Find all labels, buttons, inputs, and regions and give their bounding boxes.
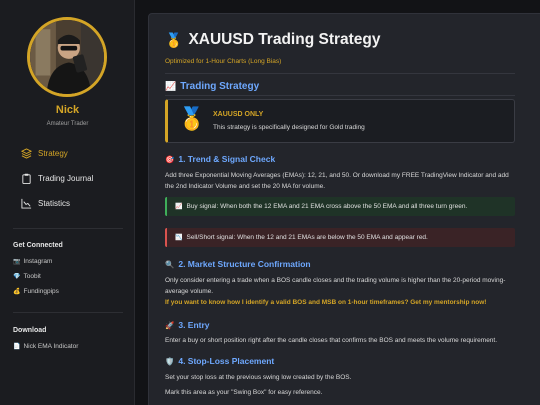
- section-divider: [165, 95, 515, 96]
- nav-label: Strategy: [38, 148, 68, 158]
- link-toobit[interactable]: 💎 Toobit: [13, 273, 41, 280]
- xauusd-only-callout: 🥇 XAUUSD ONLY This strategy is specifica…: [165, 99, 515, 143]
- callout-text: This strategy is specifically designed f…: [213, 124, 365, 131]
- avatar: [27, 17, 107, 97]
- sell-signal-callout: 📉 Sell/Short signal: When the 12 and 21 …: [165, 228, 515, 247]
- buy-signal-callout: 📈 Buy signal: When both the 12 EMA and 2…: [165, 197, 515, 216]
- step1-text: Add three Exponential Moving Averages (E…: [165, 172, 509, 190]
- camera-icon: 📷: [13, 259, 21, 265]
- strategy-card: 🥇 XAUUSD Trading Strategy Optimized for …: [148, 13, 540, 405]
- chart-increasing-icon: 📈: [175, 204, 183, 210]
- title-divider: [165, 73, 515, 74]
- profile-name: Nick: [55, 104, 80, 116]
- download-title: Download: [13, 327, 47, 334]
- money-bag-icon: 💰: [13, 289, 21, 295]
- link-label: Toobit: [23, 273, 41, 280]
- page-title-text: XAUUSD Trading Strategy: [188, 31, 381, 48]
- sidebar-divider: [13, 228, 123, 229]
- link-fundingpips[interactable]: 💰 Fundingpips: [13, 288, 59, 295]
- step4-heading: 🛡️ 4. Stop-Loss Placement: [165, 356, 274, 366]
- section-heading-text: Trading Strategy: [180, 81, 260, 92]
- link-label: Instagram: [23, 258, 53, 265]
- nav-item-statistics[interactable]: Statistics: [20, 196, 70, 210]
- chart-icon: [20, 197, 32, 209]
- gold-medal-icon: 🥇: [165, 31, 183, 48]
- mentorship-promo[interactable]: If you want to know how I identify a val…: [165, 298, 515, 309]
- link-nick-ema-indicator[interactable]: 📄 Nick EMA Indicator: [13, 343, 78, 350]
- step4-text-1: Set your stop loss at the previous swing…: [165, 374, 352, 381]
- profile-role: Amateur Trader: [46, 121, 89, 127]
- buy-signal-text: Buy signal: When both the 12 EMA and 21 …: [186, 203, 468, 210]
- step4-heading-text: 4. Stop-Loss Placement: [178, 356, 275, 366]
- nav-label: Trading Journal: [38, 173, 94, 183]
- magnifier-icon: 🔍: [165, 259, 175, 269]
- step2-heading-text: 2. Market Structure Confirmation: [178, 259, 311, 269]
- step1-heading: 🎯 1. Trend & Signal Check: [165, 154, 275, 164]
- app-root: Nick Amateur Trader Strategy Trading Jou…: [0, 0, 540, 405]
- nav-item-strategy[interactable]: Strategy: [20, 146, 68, 160]
- step2-heading: 🔍 2. Market Structure Confirmation: [165, 259, 311, 269]
- document-icon: 📄: [13, 344, 21, 350]
- rocket-icon: 🚀: [165, 320, 175, 330]
- diamond-icon: 💎: [13, 274, 21, 280]
- sidebar-divider: [13, 312, 123, 313]
- chart-increasing-icon: 📈: [165, 81, 177, 91]
- page-title: 🥇 XAUUSD Trading Strategy: [165, 31, 381, 49]
- avatar-photo: [30, 20, 104, 94]
- layers-icon: [20, 147, 32, 159]
- link-instagram[interactable]: 📷 Instagram: [13, 258, 52, 265]
- step3-text: Enter a buy or short position right afte…: [165, 337, 498, 344]
- target-icon: 🎯: [165, 154, 175, 164]
- step2-text: Only consider entering a trade when a BO…: [165, 277, 506, 295]
- step3-heading: 🚀 3. Entry: [165, 320, 210, 330]
- shield-icon: 🛡️: [165, 356, 175, 366]
- sidebar: Nick Amateur Trader Strategy Trading Jou…: [0, 0, 135, 405]
- chart-decreasing-icon: 📉: [175, 235, 183, 241]
- gold-medal-icon: 🥇: [178, 106, 206, 131]
- link-label: Nick EMA Indicator: [23, 343, 79, 350]
- clipboard-icon: [20, 172, 32, 184]
- section-heading: 📈 Trading Strategy: [165, 81, 259, 92]
- sell-signal-text: Sell/Short signal: When the 12 and 21 EM…: [186, 234, 428, 241]
- link-label: Fundingpips: [23, 288, 59, 295]
- nav-item-trading-journal[interactable]: Trading Journal: [20, 171, 93, 185]
- page-subtitle: Optimized for 1-Hour Charts (Long Bias): [165, 58, 282, 65]
- step1-heading-text: 1. Trend & Signal Check: [178, 154, 276, 164]
- main-content: 🥇 XAUUSD Trading Strategy Optimized for …: [135, 0, 540, 405]
- get-connected-title: Get Connected: [13, 242, 63, 249]
- nav-label: Statistics: [38, 198, 71, 208]
- step3-heading-text: 3. Entry: [178, 320, 210, 330]
- callout-title: XAUUSD ONLY: [213, 111, 264, 118]
- step4-text-2: Mark this area as your "Swing Box" for e…: [165, 389, 323, 396]
